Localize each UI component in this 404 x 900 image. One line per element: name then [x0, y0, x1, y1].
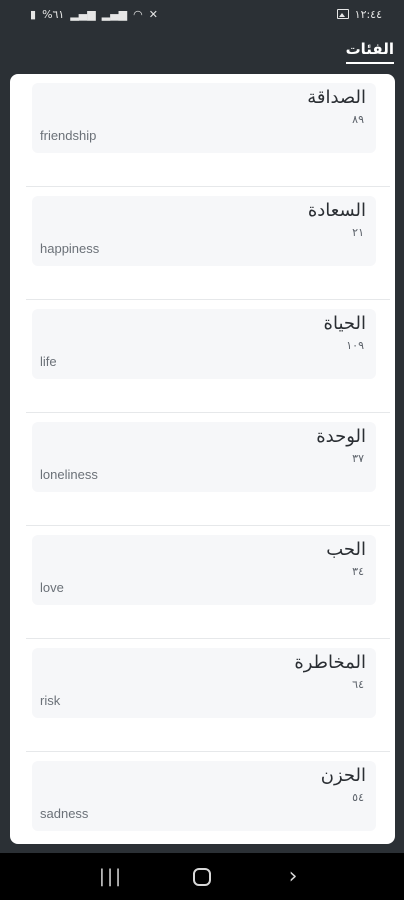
- category-count: ٥٤: [352, 791, 364, 804]
- signal-icon-2: ▂▄▆: [101, 7, 128, 21]
- category-name-english: risk: [40, 693, 61, 708]
- category-name-english: sadness: [40, 806, 89, 821]
- signal-icon: ▂▄▆: [70, 7, 96, 21]
- category-count: ٨٩: [352, 113, 364, 126]
- category-count: ٣٤: [352, 565, 364, 578]
- back-icon[interactable]: ›: [273, 864, 313, 889]
- category-name-english: friendship: [40, 128, 97, 143]
- category-count: ٦٤: [352, 678, 364, 691]
- list-item[interactable]: الحياة ١٠٩ life: [26, 300, 390, 413]
- category-name-arabic: الحب: [326, 539, 366, 560]
- category-name-arabic: الصداقة: [307, 87, 366, 108]
- category-name-arabic: الوحدة: [316, 426, 366, 447]
- categories-list: الصداقة ٨٩ friendship السعادة ٢١ happine…: [10, 74, 395, 844]
- list-item[interactable]: الصداقة ٨٩ friendship: [26, 74, 390, 187]
- navigation-bar: ||| ›: [0, 853, 404, 900]
- list-item[interactable]: الحزن ٥٤ sadness: [26, 752, 390, 844]
- category-tile[interactable]: الوحدة ٣٧ loneliness: [32, 422, 376, 492]
- header: الفئات: [0, 28, 404, 72]
- category-tile[interactable]: السعادة ٢١ happiness: [32, 196, 376, 266]
- category-name-english: life: [40, 354, 57, 369]
- category-name-arabic: المخاطرة: [294, 652, 366, 673]
- category-tile[interactable]: الحزن ٥٤ sadness: [32, 761, 376, 831]
- recents-icon[interactable]: |||: [91, 866, 131, 887]
- list-item[interactable]: الوحدة ٣٧ loneliness: [26, 413, 390, 526]
- status-icons: ▮ %٦١ ▂▄▆ ▂▄▆ ◠ ✕: [30, 8, 158, 21]
- status-bar: ▮ %٦١ ▂▄▆ ▂▄▆ ◠ ✕ ١٢:٤٤: [0, 0, 404, 28]
- category-name-arabic: الحزن: [320, 765, 366, 786]
- category-count: ١٠٩: [346, 339, 364, 352]
- category-name-english: loneliness: [40, 467, 98, 482]
- category-count: ٢١: [352, 226, 364, 239]
- status-right: ١٢:٤٤: [336, 7, 382, 21]
- category-tile[interactable]: الحب ٣٤ love: [32, 535, 376, 605]
- list-item[interactable]: الحب ٣٤ love: [26, 526, 390, 639]
- category-name-english: love: [40, 580, 64, 595]
- list-item[interactable]: السعادة ٢١ happiness: [26, 187, 390, 300]
- category-name-arabic: الحياة: [323, 313, 366, 334]
- image-icon: [336, 9, 349, 19]
- category-count: ٣٧: [352, 452, 364, 465]
- home-icon[interactable]: [193, 867, 211, 886]
- category-tile[interactable]: الحياة ١٠٩ life: [32, 309, 376, 379]
- battery-percent: %٦١: [42, 7, 65, 21]
- wifi-icon: ◠: [133, 7, 143, 21]
- mute-icon: ✕: [148, 7, 158, 21]
- category-tile[interactable]: المخاطرة ٦٤ risk: [32, 648, 376, 718]
- category-name-arabic: السعادة: [307, 200, 366, 221]
- tab-categories[interactable]: الفئات: [345, 40, 394, 64]
- battery-icon: ▮: [30, 7, 37, 21]
- clock: ١٢:٤٤: [354, 7, 382, 21]
- category-tile[interactable]: الصداقة ٨٩ friendship: [32, 83, 376, 153]
- list-item[interactable]: المخاطرة ٦٤ risk: [26, 639, 390, 752]
- category-name-english: happiness: [40, 241, 100, 256]
